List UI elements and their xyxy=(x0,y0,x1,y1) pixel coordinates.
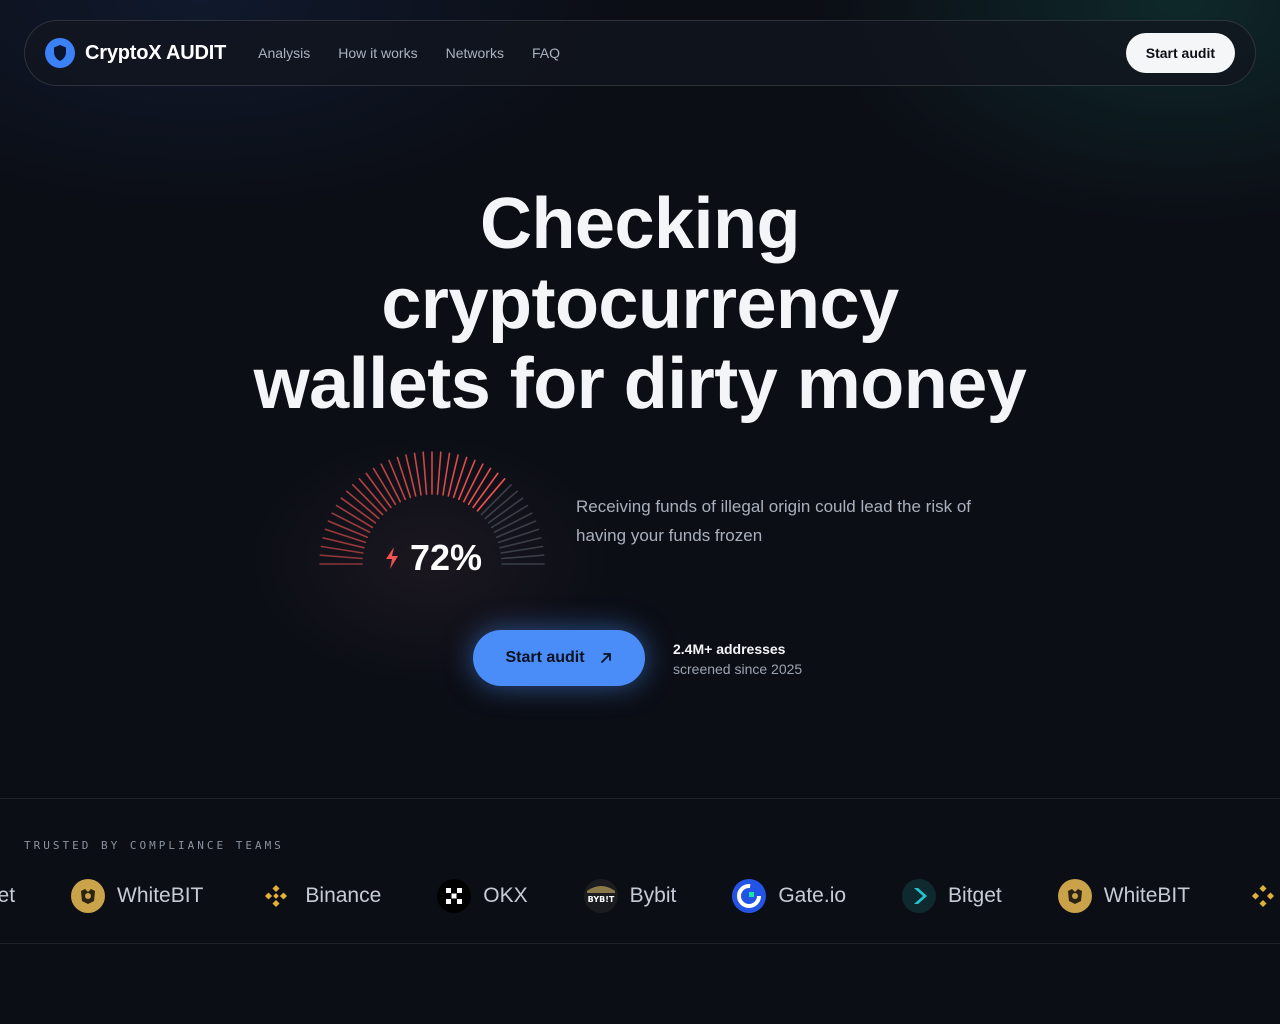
shield-icon xyxy=(45,38,75,68)
hero-title-line-2: cryptocurrency xyxy=(381,264,899,344)
gauge-tick-inactive xyxy=(495,520,537,538)
nav-links: Analysis How it works Networks FAQ xyxy=(258,45,560,61)
arrow-up-right-icon xyxy=(600,653,611,663)
exchange-name: Binance xyxy=(305,884,382,907)
trust-label: TRUSTED BY COMPLIANCE TEAMS xyxy=(24,839,284,852)
stats-block: 2.4M+ addresses screened since 2025 xyxy=(673,640,802,680)
hero-title-line-3: wallets for dirty money xyxy=(253,344,1027,424)
brand-logo[interactable]: CryptoX AUDIT xyxy=(45,38,226,68)
exchange-logo-okx[interactable]: OKX xyxy=(437,879,528,913)
exchange-logo-bybit[interactable]: BYB!T Bybit xyxy=(583,879,677,913)
gauge-percent: 72% xyxy=(410,537,483,578)
binance-icon xyxy=(1246,879,1280,913)
gauge-tick-active xyxy=(436,451,442,496)
exchange-name: Bitget xyxy=(948,884,1002,907)
exchange-name: OKX xyxy=(483,884,528,907)
okx-icon xyxy=(437,879,472,913)
start-audit-label: Start audit xyxy=(505,649,585,666)
exchange-name: tget xyxy=(0,884,16,907)
trust-strip: TRUSTED BY COMPLIANCE TEAMS tget WhiteBI… xyxy=(0,798,1280,944)
top-navbar: CryptoX AUDIT Analysis How it works Netw… xyxy=(24,20,1256,86)
gauge-tick-active xyxy=(458,459,476,501)
start-audit-button[interactable]: Start audit xyxy=(473,630,645,686)
exchange-logo-whitebit-2[interactable]: WhiteBIT xyxy=(1057,879,1191,913)
gauge-tick-active xyxy=(388,459,406,501)
exchange-name: Gate.io xyxy=(778,884,847,907)
binance-icon xyxy=(259,879,293,913)
bitget-icon xyxy=(902,879,937,913)
exchange-name: WhiteBIT xyxy=(1103,884,1191,907)
hero-description: Receiving funds of illegal origin could … xyxy=(576,497,972,545)
whitebit-icon xyxy=(71,879,106,913)
gauge-tick-active xyxy=(327,520,369,538)
gauge-tick-active xyxy=(442,452,451,496)
exchange-logo-binance-partial[interactable] xyxy=(1246,879,1280,913)
gauge-tick-inactive xyxy=(500,545,544,554)
hero-title: Checking cryptocurrency wallets for dirt… xyxy=(0,184,1280,424)
lightning-icon xyxy=(386,547,398,569)
gauge-readout: 72% xyxy=(384,536,482,580)
nav-start-audit-button[interactable]: Start audit xyxy=(1125,33,1235,73)
page: CryptoX AUDIT Analysis How it works Netw… xyxy=(0,0,1280,1024)
stats-main: 2.4M+ addresses xyxy=(673,641,786,657)
gateio-icon xyxy=(732,879,767,913)
exchange-logo-bitget-partial[interactable]: tget xyxy=(0,884,15,908)
svg-text:BYB!T: BYB!T xyxy=(587,895,614,904)
gauge-tick-active xyxy=(319,554,364,560)
brand-name: CryptoX AUDIT xyxy=(85,41,227,64)
gauge-tick-active xyxy=(422,451,428,496)
exchange-logo-whitebit[interactable]: WhiteBIT xyxy=(71,879,203,913)
exchange-logo-bitget[interactable]: Bitget xyxy=(902,879,1002,913)
exchange-name: WhiteBIT xyxy=(117,884,204,907)
gauge-tick-active xyxy=(413,452,422,496)
exchange-logos: tget WhiteBIT Binance OKX xyxy=(0,879,1280,913)
exchange-logo-binance[interactable]: Binance xyxy=(259,879,381,913)
nav-link-how-it-works[interactable]: How it works xyxy=(338,45,417,61)
bybit-icon: BYB!T xyxy=(583,879,618,913)
exchange-name: Bybit xyxy=(629,884,677,907)
hero-title-line-1: Checking xyxy=(479,184,801,264)
stats-sub: screened since 2025 xyxy=(673,661,803,677)
gauge-tick-inactive xyxy=(501,554,545,560)
nav-link-analysis[interactable]: Analysis xyxy=(258,45,310,61)
exchange-logo-gateio[interactable]: Gate.io xyxy=(732,879,846,913)
gauge-tick-active xyxy=(320,545,364,554)
whitebit-icon xyxy=(1057,879,1092,913)
nav-link-faq[interactable]: FAQ xyxy=(532,45,560,61)
nav-link-networks[interactable]: Networks xyxy=(446,45,504,61)
